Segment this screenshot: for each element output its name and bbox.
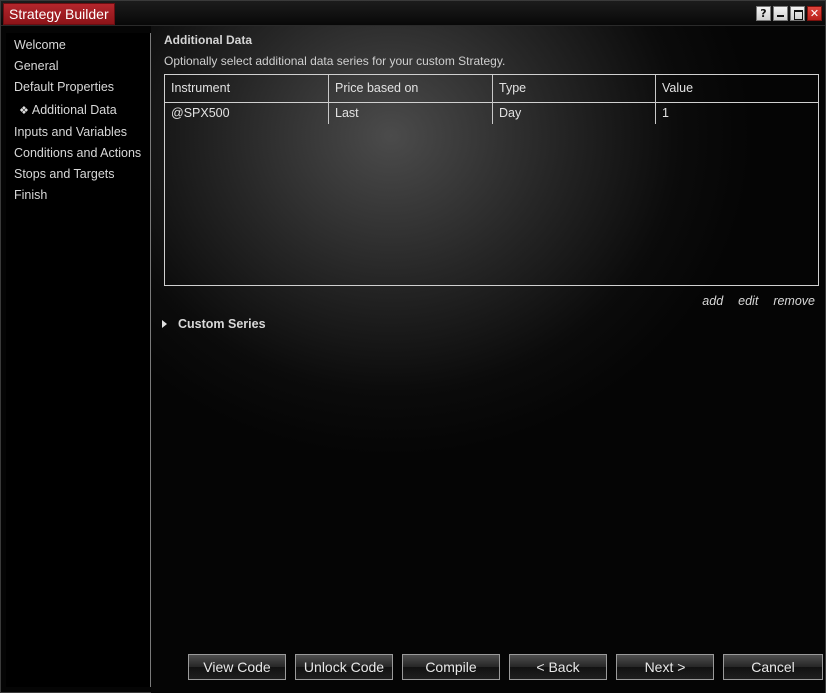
custom-series-label: Custom Series	[178, 317, 266, 331]
strategy-builder-window: Strategy Builder ? ✕ Welcome General Def…	[0, 0, 826, 693]
page-description: Optionally select additional data series…	[164, 54, 506, 68]
sidebar-item-label: Additional Data	[31, 103, 117, 117]
column-header-value[interactable]: Value	[656, 75, 818, 102]
grid-actions: add edit remove	[702, 294, 815, 308]
add-link[interactable]: add	[702, 294, 723, 308]
table-row[interactable]: @SPX500 Last Day 1	[165, 102, 818, 124]
cell-type: Day	[493, 102, 656, 124]
additional-data-grid[interactable]: Instrument Price based on Type Value @SP…	[164, 74, 819, 286]
sidebar-item-general[interactable]: General	[14, 59, 58, 73]
cell-instrument: @SPX500	[165, 102, 329, 124]
minimize-glyph	[777, 15, 784, 17]
wizard-steps-sidebar: Welcome General Default Properties ❖ Addi…	[6, 33, 151, 687]
maximize-glyph	[794, 10, 803, 20]
view-code-button[interactable]: View Code	[188, 654, 286, 680]
close-icon[interactable]: ✕	[807, 6, 822, 21]
sidebar-item-conditions-and-actions[interactable]: Conditions and Actions	[14, 146, 141, 160]
next-button[interactable]: Next >	[616, 654, 714, 680]
window-title: Strategy Builder	[3, 3, 115, 25]
compile-button[interactable]: Compile	[402, 654, 500, 680]
remove-link[interactable]: remove	[773, 294, 815, 308]
cancel-button[interactable]: Cancel	[723, 654, 823, 680]
column-header-price-based-on[interactable]: Price based on	[329, 75, 493, 102]
sidebar-item-stops-and-targets[interactable]: Stops and Targets	[14, 167, 115, 181]
main-content: Additional Data Optionally select additi…	[151, 26, 825, 693]
grid-header: Instrument Price based on Type Value	[165, 75, 818, 103]
active-step-icon: ❖	[19, 105, 29, 117]
sidebar-item-additional-data[interactable]: ❖ Additional Data	[19, 103, 117, 117]
unlock-code-button[interactable]: Unlock Code	[295, 654, 393, 680]
edit-link[interactable]: edit	[738, 294, 758, 308]
maximize-icon[interactable]	[790, 6, 805, 21]
sidebar-item-inputs-and-variables[interactable]: Inputs and Variables	[14, 125, 127, 139]
page-title: Additional Data	[164, 33, 253, 47]
window-controls: ? ✕	[756, 6, 822, 21]
expand-triangle-icon	[162, 320, 167, 328]
back-button[interactable]: < Back	[509, 654, 607, 680]
sidebar-item-welcome[interactable]: Welcome	[14, 38, 66, 52]
cell-price-based-on: Last	[329, 102, 493, 124]
sidebar-item-finish[interactable]: Finish	[14, 188, 47, 202]
custom-series-toggle[interactable]: Custom Series	[162, 317, 266, 331]
column-header-type[interactable]: Type	[493, 75, 656, 102]
wizard-footer: View Code Unlock Code Compile < Back Nex…	[188, 654, 823, 680]
sidebar-item-default-properties[interactable]: Default Properties	[14, 80, 114, 94]
cell-value: 1	[662, 106, 669, 120]
help-icon[interactable]: ?	[756, 6, 771, 21]
title-bar[interactable]: Strategy Builder ? ✕	[1, 1, 825, 26]
column-header-instrument[interactable]: Instrument	[165, 75, 329, 102]
minimize-icon[interactable]	[773, 6, 788, 21]
